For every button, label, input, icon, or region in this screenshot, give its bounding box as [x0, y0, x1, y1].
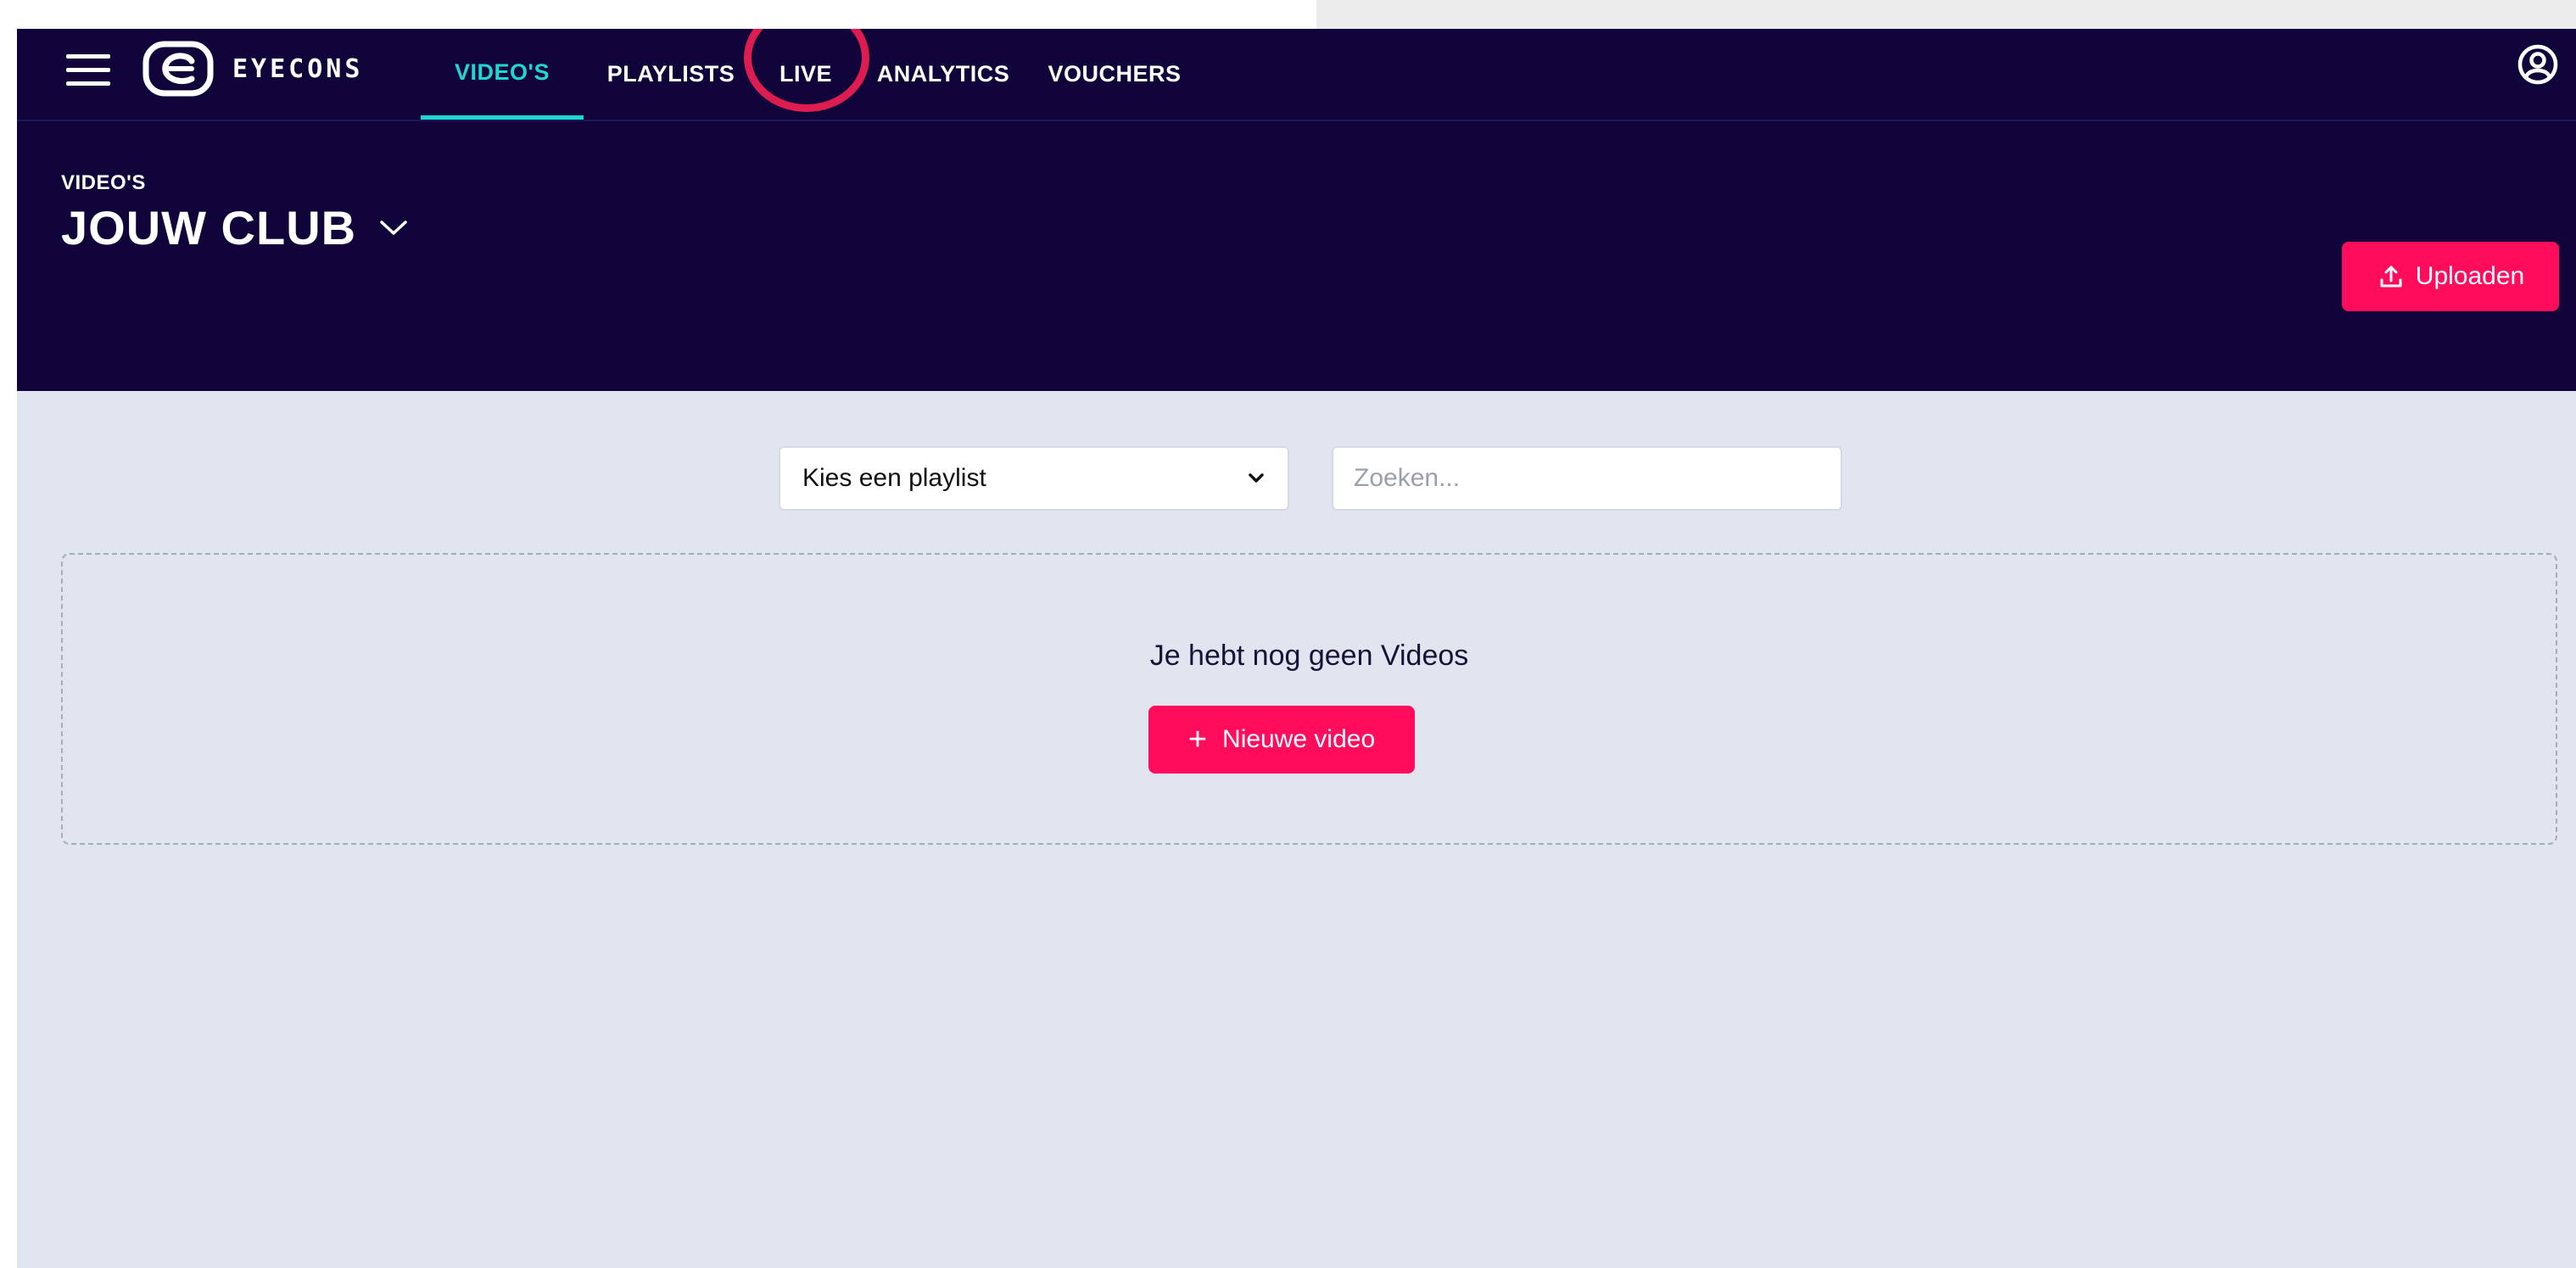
tab-videos[interactable]: VIDEO'S	[421, 29, 584, 120]
empty-state-panel: Je hebt nog geen Videos	[61, 553, 2557, 845]
upload-button[interactable]: Uploaden	[2342, 242, 2559, 311]
section-label: VIDEO'S	[61, 171, 146, 194]
hamburger-menu-icon[interactable]	[66, 48, 110, 92]
browser-chrome-strip	[1316, 0, 2576, 29]
app-window: EYECONS VIDEO'S PLAYLISTS LIVE ANALYTICS…	[17, 29, 2576, 1268]
top-navbar: EYECONS VIDEO'S PLAYLISTS LIVE ANALYTICS…	[17, 29, 2576, 121]
chevron-down-icon	[377, 216, 411, 240]
tab-analytics[interactable]: ANALYTICS	[858, 29, 1028, 120]
chevron-down-icon	[1247, 472, 1266, 485]
search-input[interactable]	[1332, 446, 1842, 511]
playlist-select-value: Kies een playlist	[802, 464, 986, 492]
new-video-label: Nieuwe video	[1222, 725, 1376, 753]
empty-state-message: Je hebt nog geen Videos	[1149, 640, 1469, 672]
brand-name: EYECONS	[232, 53, 364, 84]
plus-icon: +	[1187, 722, 1208, 757]
club-name: JOUW CLUB	[61, 201, 357, 254]
user-profile-icon[interactable]	[2515, 42, 2561, 87]
upload-label: Uploaden	[2415, 262, 2525, 290]
club-selector[interactable]: JOUW CLUB	[61, 198, 411, 258]
tab-vouchers[interactable]: VOUCHERS	[1038, 29, 1191, 120]
new-video-button[interactable]: + Nieuwe video	[1148, 706, 1415, 774]
playlist-select[interactable]: Kies een playlist	[779, 446, 1289, 511]
brand-logo[interactable]: EYECONS	[142, 39, 363, 98]
upload-icon	[2377, 262, 2406, 291]
tab-playlists[interactable]: PLAYLISTS	[590, 29, 752, 120]
eyecons-logo-icon	[142, 39, 214, 98]
